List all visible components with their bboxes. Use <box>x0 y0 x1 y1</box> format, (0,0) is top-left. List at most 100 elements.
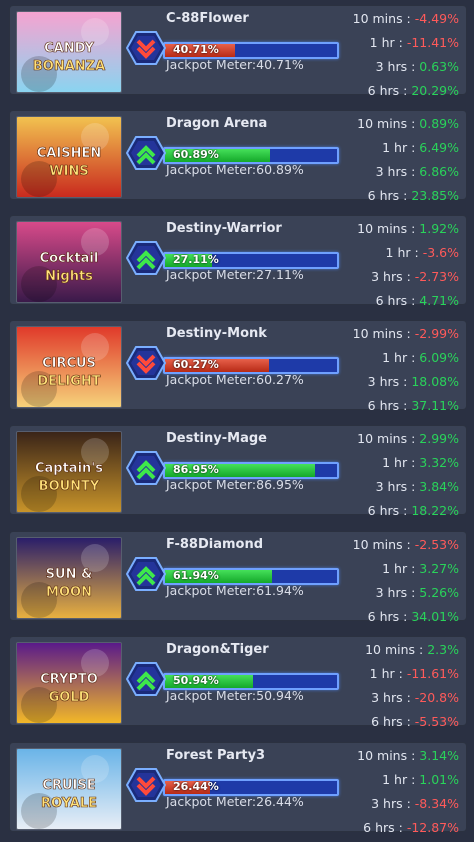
trend-down-icon <box>126 768 166 802</box>
game-thumbnail[interactable]: SUN & MOON <box>16 537 122 619</box>
stat-period-label: 1 hr : <box>369 666 403 681</box>
stat-period-label: 6 hrs : <box>375 293 416 308</box>
jackpot-meter-percent: 60.27% <box>173 358 219 371</box>
game-card[interactable]: CIRCUS DELIGHT Destiny-Monk 60.27% Jackp… <box>9 320 467 413</box>
jackpot-meter-label: Jackpot Meter:86.95% <box>166 477 304 492</box>
thumbnail-title-line1: SUN & <box>46 567 93 582</box>
trend-up-icon <box>126 136 166 170</box>
jackpot-meter-percent: 27.11% <box>173 253 219 266</box>
stat-row: 1 hr : 6.09% <box>382 350 459 365</box>
game-thumbnail[interactable]: CIRCUS DELIGHT <box>16 326 122 408</box>
game-thumbnail[interactable]: CRUISE ROYALE <box>16 748 122 830</box>
stat-period-label: 3 hrs : <box>371 796 411 811</box>
jackpot-meter-percent: 50.94% <box>173 674 219 687</box>
game-thumbnail[interactable]: CAISHEN WINS <box>16 116 122 198</box>
thumbnail-title-line2: MOON <box>46 585 92 600</box>
stat-change-value: 3.84% <box>419 479 459 494</box>
stat-period-label: 1 hr : <box>382 350 416 365</box>
stats-panel: 10 mins : 2.3% 1 hr : -11.61% 3 hrs : -2… <box>309 636 467 729</box>
stat-period-label: 10 mins : <box>352 326 411 341</box>
stat-row: 6 hrs : 23.85% <box>368 188 459 203</box>
game-card[interactable]: CRUISE ROYALE Forest Party3 26.44% Jackp… <box>9 742 467 835</box>
stat-period-label: 6 hrs : <box>367 609 408 624</box>
game-card[interactable]: CANDY BONANZA C-88Flower 40.71% Jackpot … <box>9 5 467 98</box>
trend-up-icon <box>126 451 166 485</box>
stat-change-value: 4.71% <box>419 293 459 308</box>
stat-change-value: -4.49% <box>414 11 459 26</box>
stat-change-value: -5.53% <box>414 714 459 729</box>
game-thumbnail[interactable]: CANDY BONANZA <box>16 11 122 93</box>
trend-up-icon <box>126 557 166 591</box>
stat-period-label: 3 hrs : <box>375 585 416 600</box>
stat-period-label: 3 hrs : <box>367 374 408 389</box>
stat-period-label: 6 hrs : <box>367 83 408 98</box>
stat-change-value: 3.27% <box>419 561 459 576</box>
thumbnail-title-line2: Nights <box>45 269 93 284</box>
stat-row: 10 mins : -2.53% <box>353 537 459 552</box>
stat-row: 6 hrs : 18.22% <box>368 503 459 518</box>
thumbnail-title-line2: GOLD <box>49 690 90 705</box>
stat-period-label: 6 hrs : <box>367 398 408 413</box>
stat-row: 1 hr : -11.41% <box>370 35 459 50</box>
stat-row: 1 hr : 1.01% <box>382 772 459 787</box>
stat-period-label: 10 mins : <box>357 748 416 763</box>
stat-row: 1 hr : 3.27% <box>382 561 459 576</box>
trend-down-icon <box>126 346 166 380</box>
jackpot-meter-label: Jackpot Meter:60.89% <box>166 162 304 177</box>
jackpot-meter-label: Jackpot Meter:61.94% <box>166 583 304 598</box>
stat-change-value: 20.29% <box>411 83 459 98</box>
stat-row: 3 hrs : 5.26% <box>376 585 459 600</box>
thumbnail-title-line1: CAISHEN <box>37 146 101 161</box>
stat-period-label: 3 hrs : <box>375 59 416 74</box>
stat-change-value: 23.85% <box>411 188 459 203</box>
stat-change-value: 6.49% <box>419 140 459 155</box>
game-card[interactable]: Cocktail Nights Destiny-Warrior 27.11% J… <box>9 215 467 308</box>
stat-period-label: 10 mins : <box>357 116 416 131</box>
thumbnail-title-line2: WINS <box>49 164 88 179</box>
stat-period-label: 6 hrs : <box>367 503 408 518</box>
stat-change-value: -2.73% <box>414 269 459 284</box>
stat-row: 6 hrs : 20.29% <box>368 83 459 98</box>
game-thumbnail[interactable]: CRYPTO GOLD <box>16 642 122 724</box>
game-title: Destiny-Mage <box>166 431 267 446</box>
stat-period-label: 3 hrs : <box>375 479 416 494</box>
stat-row: 10 mins : -4.49% <box>353 11 459 26</box>
stat-row: 3 hrs : -2.73% <box>371 269 459 284</box>
stat-row: 6 hrs : 37.11% <box>368 398 459 413</box>
game-card[interactable]: CRYPTO GOLD Dragon&Tiger 50.94% Jackpot … <box>9 636 467 729</box>
stat-period-label: 1 hr : <box>382 140 416 155</box>
stat-row: 6 hrs : 34.01% <box>368 609 459 624</box>
stat-row: 10 mins : -2.99% <box>353 326 459 341</box>
stat-row: 1 hr : 3.32% <box>382 455 459 470</box>
game-thumbnail[interactable]: Cocktail Nights <box>16 221 122 303</box>
jackpot-meter-percent: 60.89% <box>173 148 219 161</box>
stat-period-label: 6 hrs : <box>371 714 411 729</box>
stat-change-value: 34.01% <box>411 609 459 624</box>
stat-change-value: 1.92% <box>419 221 459 236</box>
jackpot-meter-label: Jackpot Meter:27.11% <box>166 267 304 282</box>
game-card[interactable]: CAISHEN WINS Dragon Arena 60.89% Jackpot… <box>9 110 467 203</box>
stat-change-value: 3.32% <box>419 455 459 470</box>
game-list: CANDY BONANZA C-88Flower 40.71% Jackpot … <box>0 0 474 842</box>
trend-up-icon <box>126 662 166 696</box>
game-card[interactable]: SUN & MOON F-88Diamond 61.94% Jackpot Me… <box>9 531 467 624</box>
stats-panel: 10 mins : 0.89% 1 hr : 6.49% 3 hrs : 6.8… <box>309 110 467 203</box>
stat-period-label: 6 hrs : <box>367 188 408 203</box>
stat-change-value: -20.8% <box>414 690 459 705</box>
stat-change-value: 0.63% <box>419 59 459 74</box>
game-thumbnail[interactable]: Captain's BOUNTY <box>16 431 122 513</box>
game-title: Dragon&Tiger <box>166 642 269 657</box>
stat-period-label: 1 hr : <box>382 561 416 576</box>
game-card[interactable]: Captain's BOUNTY Destiny-Mage 86.95% Jac… <box>9 425 467 518</box>
jackpot-meter-label: Jackpot Meter:26.44% <box>166 794 304 809</box>
stat-row: 10 mins : 3.14% <box>357 748 459 763</box>
stat-period-label: 10 mins : <box>352 537 411 552</box>
stat-row: 10 mins : 2.99% <box>357 431 459 446</box>
thumbnail-title-line2: BONANZA <box>33 59 105 74</box>
stat-row: 10 mins : 0.89% <box>357 116 459 131</box>
stat-period-label: 10 mins : <box>352 11 411 26</box>
stat-period-label: 10 mins : <box>365 642 424 657</box>
stat-period-label: 1 hr : <box>382 772 416 787</box>
game-title: Destiny-Warrior <box>166 221 282 236</box>
stat-change-value: -2.53% <box>414 537 459 552</box>
